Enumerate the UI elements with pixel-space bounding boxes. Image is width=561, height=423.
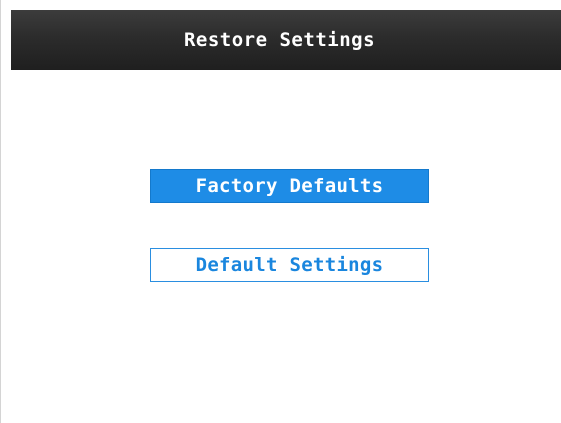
restore-settings-screen: Restore Settings Factory Defaults Defaul… (0, 0, 561, 423)
page-title: Restore Settings (183, 29, 376, 51)
factory-defaults-button[interactable]: Factory Defaults (150, 169, 429, 203)
default-settings-button[interactable]: Default Settings (150, 248, 429, 282)
title-bar: Restore Settings (11, 10, 561, 70)
